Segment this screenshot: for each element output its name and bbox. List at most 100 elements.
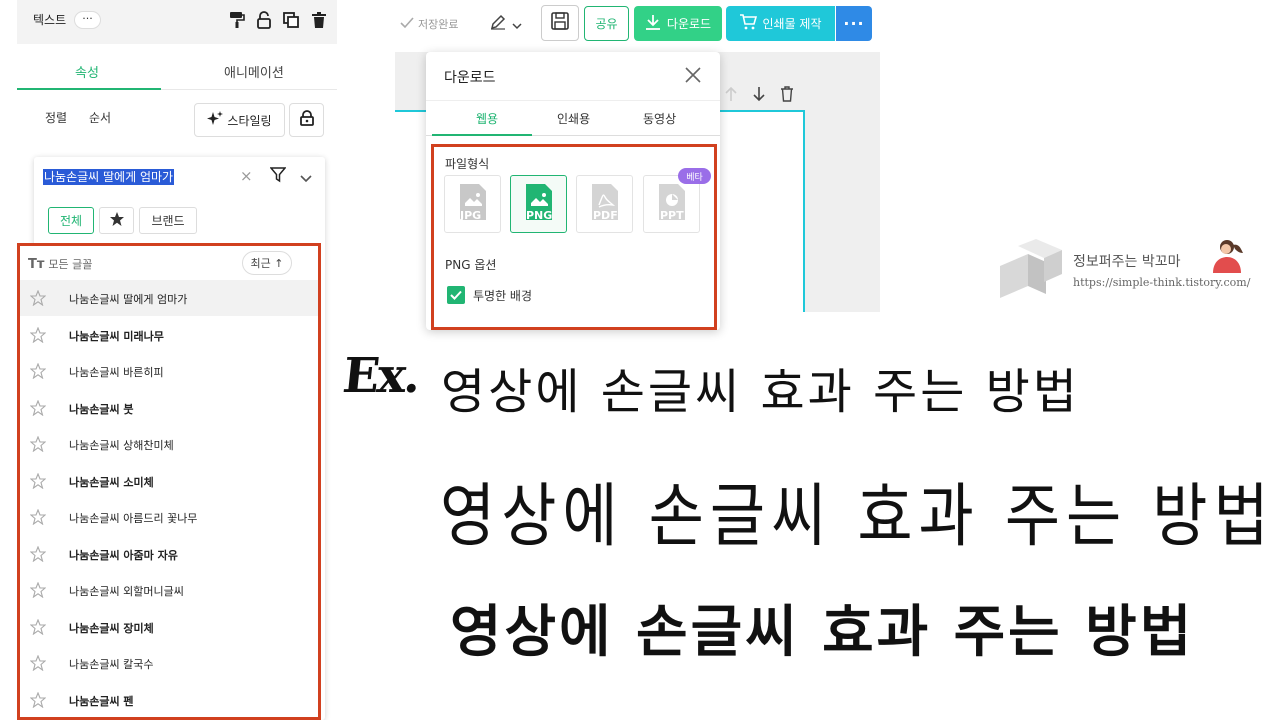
- font-list-item[interactable]: 나눔손글씨 칼국수: [20, 645, 318, 681]
- font-list-item[interactable]: 나눔손글씨 아름드리 꽃나무: [20, 499, 318, 535]
- check-icon: [400, 16, 414, 32]
- print-order-button[interactable]: 인쇄물 제작: [726, 6, 835, 41]
- copy-icon[interactable]: [281, 10, 301, 30]
- active-tab-indicator: [17, 88, 161, 90]
- star-icon[interactable]: [29, 545, 47, 566]
- star-icon[interactable]: [29, 399, 47, 420]
- format-png-button[interactable]: PNG: [510, 175, 567, 233]
- pen-tool-button[interactable]: [490, 14, 522, 34]
- handwriting-sample-3: 영상에 손글씨 효과 주는 방법: [450, 600, 1195, 665]
- saved-label: 저장완료: [418, 18, 459, 31]
- font-list-item[interactable]: 나눔손글씨 아줌마 자유: [20, 536, 318, 572]
- save-icon: [551, 12, 569, 34]
- active-tab-indicator: [432, 134, 532, 136]
- handwriting-sample-2: 영상에 손글씨 효과 주는 방법: [440, 476, 1275, 557]
- star-icon[interactable]: [29, 508, 47, 529]
- tab-web[interactable]: 웹용: [476, 110, 498, 127]
- star-icon[interactable]: [29, 362, 47, 383]
- download-label: 다운로드: [666, 17, 712, 31]
- font-name: 나눔손글씨 딸에게 엄마가: [69, 293, 188, 306]
- unlock-icon[interactable]: [254, 10, 274, 30]
- print-label: 인쇄물 제작: [762, 17, 822, 31]
- format-jpg-button[interactable]: JPG: [444, 175, 501, 233]
- font-name: 나눔손글씨 외할머니글씨: [69, 585, 184, 598]
- font-list: Tт 모든 글꼴 최근 ↑ 나눔손글씨 딸에게 엄마가 나눔손글씨 미래나무 나눔손…: [17, 243, 321, 720]
- font-name: 나눔손글씨 아줌마 자유: [69, 548, 178, 562]
- font-name: 나눔손글씨 소미체: [69, 475, 154, 489]
- styling-button[interactable]: 스타일링: [194, 103, 285, 137]
- font-list-item[interactable]: 나눔손글씨 펜: [20, 682, 318, 718]
- star-icon[interactable]: [29, 435, 47, 456]
- pen-icon: [490, 14, 506, 34]
- arrow-down-icon[interactable]: [752, 86, 766, 106]
- chip-brand[interactable]: 브랜드: [139, 207, 197, 234]
- star-icon[interactable]: [29, 326, 47, 347]
- transparent-background-option[interactable]: 투명한 배경: [447, 286, 532, 304]
- font-list-item[interactable]: 나눔손글씨 장미체: [20, 609, 318, 645]
- font-name: 나눔손글씨 장미체: [69, 621, 154, 635]
- arrow-up-icon[interactable]: [724, 86, 738, 106]
- property-tabs: 속성 애니메이션: [17, 50, 337, 90]
- share-button[interactable]: 공유: [584, 6, 629, 41]
- download-tabs: 웹용 인쇄용 동영상: [426, 100, 720, 136]
- styling-label: 스타일링: [227, 113, 272, 128]
- format-png-label: PNG: [526, 209, 553, 222]
- chevron-down-icon: [512, 15, 522, 34]
- lock-icon: [299, 110, 314, 130]
- font-list-item[interactable]: 나눔손글씨 미래나무: [20, 317, 318, 353]
- example-label: Ex.: [340, 348, 422, 404]
- popup-title: 다운로드: [444, 70, 496, 86]
- chevron-down-icon[interactable]: [299, 169, 313, 188]
- star-icon[interactable]: [29, 289, 47, 310]
- format-pdf-button[interactable]: PDF: [576, 175, 633, 233]
- star-icon[interactable]: [29, 618, 47, 639]
- transparent-checkbox[interactable]: [447, 286, 465, 304]
- more-menu-button[interactable]: ···: [836, 6, 872, 41]
- align-button[interactable]: 정렬: [45, 109, 67, 126]
- font-name: 나눔손글씨 붓: [69, 402, 134, 416]
- font-list-item[interactable]: 나눔손글씨 외할머니글씨: [20, 572, 318, 608]
- format-jpg-label: JPG: [460, 209, 482, 222]
- font-list-item[interactable]: 나눔손글씨 붓: [20, 390, 318, 426]
- trash-icon[interactable]: [309, 10, 329, 30]
- close-icon[interactable]: [684, 66, 702, 88]
- filter-icon[interactable]: [269, 167, 287, 187]
- star-icon: [109, 211, 125, 230]
- beta-badge: 베타: [678, 168, 711, 184]
- star-icon[interactable]: [29, 691, 47, 712]
- download-button[interactable]: 다운로드: [634, 6, 722, 41]
- sort-recent-button[interactable]: 최근 ↑: [242, 251, 292, 275]
- more-options-button[interactable]: ···: [74, 11, 101, 29]
- font-list-item[interactable]: 나눔손글씨 바른히피: [20, 353, 318, 389]
- file-format-label: 파일형식: [445, 157, 490, 171]
- font-search-input[interactable]: 나눔손글씨 딸에게 엄마가: [43, 169, 175, 185]
- handwriting-sample-1: 영상에 손글씨 효과 주는 방법: [441, 364, 1080, 420]
- star-icon[interactable]: [29, 472, 47, 493]
- chip-favorites[interactable]: [99, 207, 134, 234]
- paint-roller-icon[interactable]: [227, 10, 247, 30]
- star-icon[interactable]: [29, 654, 47, 675]
- font-list-item[interactable]: 나눔손글씨 소미체: [20, 463, 318, 499]
- star-icon[interactable]: [29, 581, 47, 602]
- font-list-item[interactable]: 나눔손글씨 상해찬미체: [20, 426, 318, 462]
- font-list-item[interactable]: 나눔손글씨 딸에게 엄마가: [20, 280, 318, 316]
- all-fonts-label: 모든 글꼴: [48, 258, 93, 271]
- tab-animation[interactable]: 애니메이션: [224, 62, 284, 81]
- format-pdf-label: PDF: [593, 209, 618, 222]
- tab-video[interactable]: 동영상: [643, 110, 676, 127]
- font-name: 나눔손글씨 아름드리 꽃나무: [69, 512, 198, 525]
- clear-search-button[interactable]: ×: [240, 167, 253, 185]
- sparkle-icon: [207, 110, 224, 130]
- save-button[interactable]: [541, 5, 579, 41]
- page-tools: [724, 86, 794, 106]
- lock-button[interactable]: [289, 103, 324, 137]
- blog-name: 정보퍼주는 박꼬마: [1073, 254, 1181, 270]
- panel-title: 텍스트: [33, 13, 67, 27]
- tab-print[interactable]: 인쇄용: [557, 110, 590, 127]
- chip-all[interactable]: 전체: [48, 207, 94, 234]
- trash-icon[interactable]: [780, 86, 794, 106]
- order-button[interactable]: 순서: [89, 109, 111, 126]
- transparent-label: 투명한 배경: [473, 288, 533, 303]
- tab-properties[interactable]: 속성: [75, 62, 99, 81]
- text-icon: Tт: [28, 256, 45, 272]
